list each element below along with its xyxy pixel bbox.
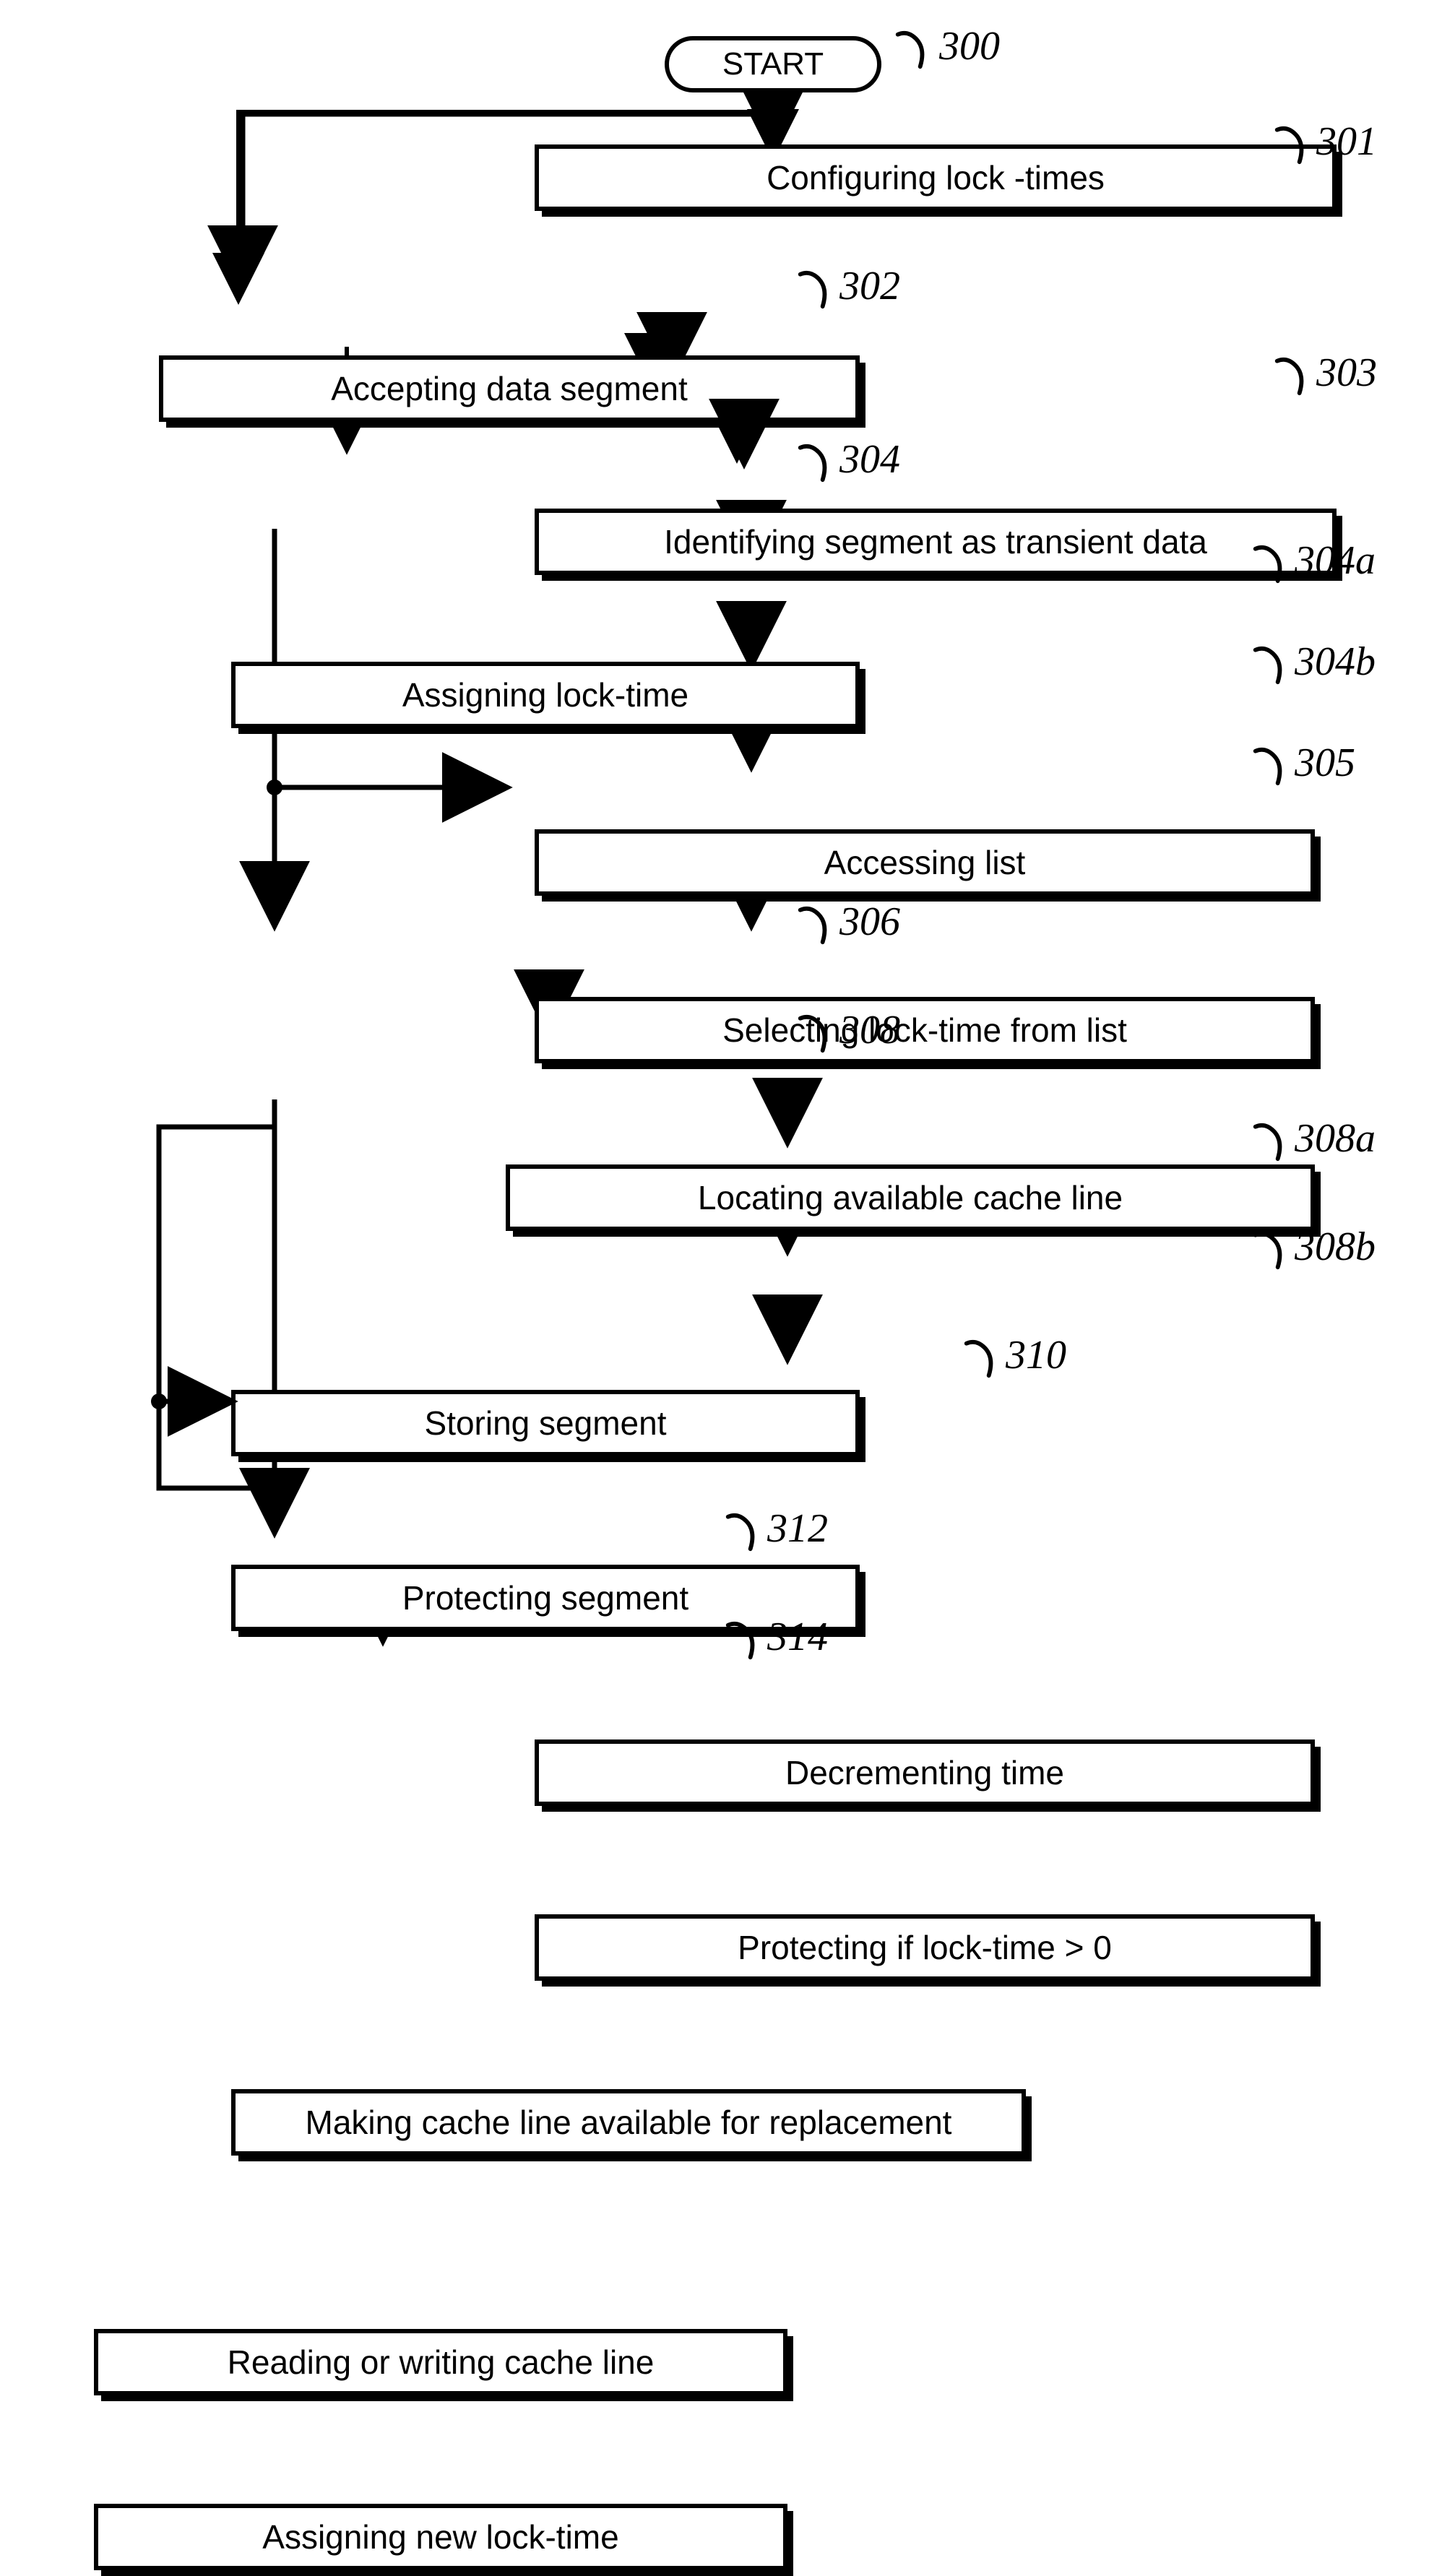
- step-308b-label: Protecting if lock-time > 0: [738, 1928, 1112, 1967]
- step-314-label: Assigning new lock-time: [262, 2517, 618, 2556]
- flowchart: START 300 Configuring lock -times 301 Ac…: [0, 0, 1442, 1786]
- step-314: Assigning new lock-time: [94, 2504, 787, 2570]
- step-312-label: Reading or writing cache line: [228, 2343, 655, 2382]
- step-310: Making cache line available for replacem…: [231, 2089, 1026, 2156]
- step-310-label: Making cache line available for replacem…: [306, 2103, 952, 2142]
- connector-layer-3: [0, 0, 1442, 1786]
- step-312: Reading or writing cache line: [94, 2329, 787, 2395]
- step-308b: Protecting if lock-time > 0: [535, 1914, 1315, 1981]
